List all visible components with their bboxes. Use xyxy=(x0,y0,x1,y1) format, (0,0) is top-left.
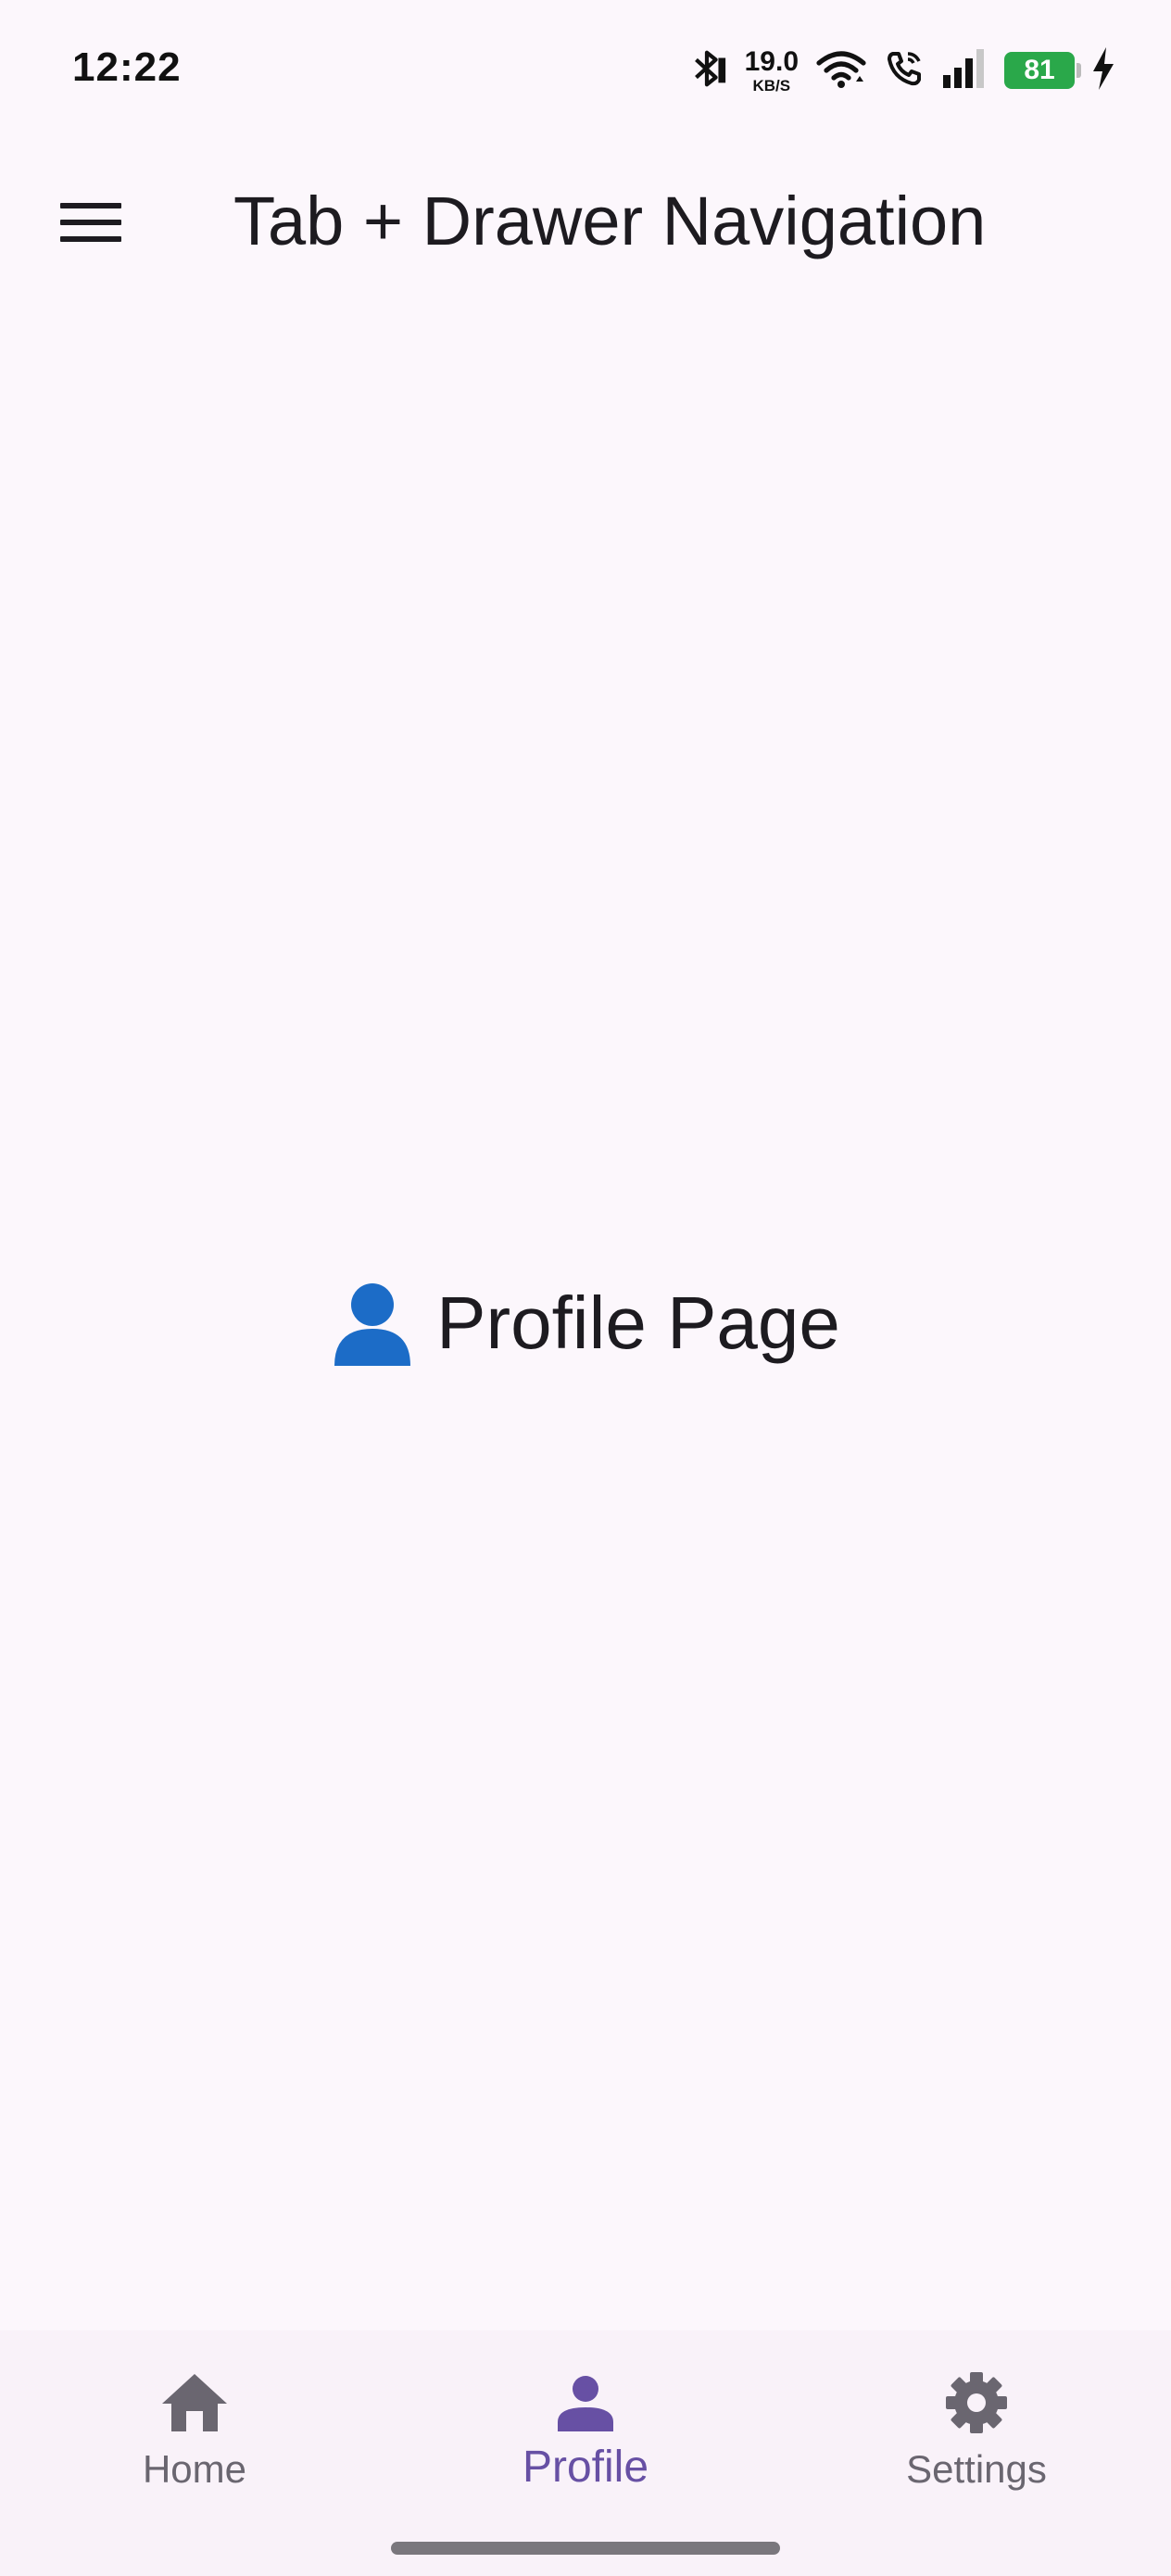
wifi-icon xyxy=(815,47,867,95)
tab-home-label: Home xyxy=(142,2447,247,2491)
bottom-navigation: Home Profile Settings xyxy=(0,2330,1171,2576)
person-icon xyxy=(556,2366,615,2440)
main-content: Profile Page xyxy=(0,278,1171,2335)
status-time: 12:22 xyxy=(72,44,182,90)
menu-icon xyxy=(60,199,121,250)
tab-profile-label: Profile xyxy=(522,2443,649,2492)
home-indicator[interactable] xyxy=(391,2542,780,2555)
tab-settings[interactable]: Settings xyxy=(782,2330,1171,2516)
menu-button[interactable] xyxy=(44,178,137,271)
signal-icon xyxy=(941,48,988,93)
person-emoji-icon xyxy=(331,1281,414,1366)
tab-home[interactable]: Home xyxy=(0,2330,389,2516)
battery-icon: 81 xyxy=(1004,52,1081,89)
tab-settings-label: Settings xyxy=(906,2447,1047,2491)
status-bar: 12:22 19.0 KB/S 81 xyxy=(0,0,1171,139)
app-title: Tab + Drawer Navigation xyxy=(233,183,987,259)
page-heading-text: Profile Page xyxy=(436,1282,840,1364)
gear-icon xyxy=(944,2366,1009,2440)
app-bar: Tab + Drawer Navigation xyxy=(0,158,1171,278)
tab-profile[interactable]: Profile xyxy=(391,2330,780,2516)
charging-icon xyxy=(1091,46,1115,95)
status-icons: 19.0 KB/S 81 xyxy=(686,43,1115,98)
network-speed: 19.0 KB/S xyxy=(744,45,799,95)
page-heading: Profile Page xyxy=(0,1279,1171,1368)
home-icon xyxy=(160,2366,229,2440)
bluetooth-icon xyxy=(686,47,728,95)
wifi-call-icon xyxy=(884,47,925,95)
